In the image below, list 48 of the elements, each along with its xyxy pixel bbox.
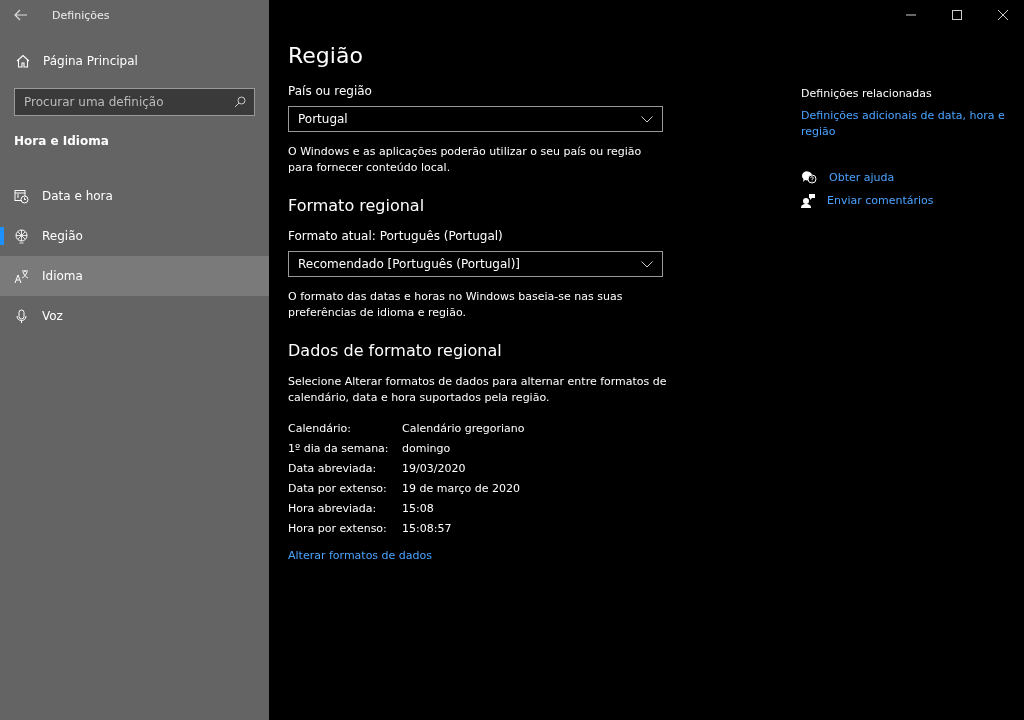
microphone-icon [14, 308, 29, 324]
related-link[interactable]: Definições adicionais de data, hora e região [801, 108, 1006, 140]
chevron-down-icon [641, 260, 653, 268]
format-value: 19/03/2020 [402, 462, 467, 475]
format-label: Hora abreviada: [288, 502, 378, 515]
chevron-down-icon [641, 115, 653, 123]
page-title: Região [288, 43, 364, 68]
format-value: 19 de março de 2020 [402, 482, 521, 495]
help-text: O Windows e as aplicações poderão utilizar o seu país ou região para fornecer conteúdo local. [288, 144, 643, 176]
format-value: 15:08 [402, 502, 435, 515]
calendar-clock-icon [14, 188, 29, 204]
search-icon [234, 96, 246, 108]
format-label: Data abreviada: [288, 462, 378, 475]
section-heading: Hora e Idioma [14, 134, 110, 148]
maximize-icon[interactable] [952, 10, 962, 20]
globe-icon [14, 228, 29, 244]
help-chat-icon [801, 170, 817, 185]
help-text: O formato das datas e horas no Windows baseia-se nas suas preferências de idioma e região. [288, 289, 624, 321]
section-heading: Formato regional [288, 196, 426, 215]
nav-item[interactable]: Data e hora [0, 176, 269, 216]
country-dropdown[interactable]: Portugal [288, 106, 663, 132]
back-arrow-icon[interactable] [14, 9, 28, 21]
format-label: Hora por extenso: [288, 522, 388, 535]
format-value: domingo [402, 442, 452, 455]
format-value: 15:08:57 [402, 522, 453, 535]
feedback-person-icon [801, 193, 815, 208]
change-formats-link[interactable]: Alterar formatos de dados [288, 549, 432, 562]
home-icon [16, 54, 30, 68]
window-title: Definições [52, 8, 110, 22]
close-icon[interactable] [998, 10, 1008, 20]
field-label: Formato atual: Português (Portugal) [288, 229, 504, 243]
search-field[interactable]: Procurar uma definição [14, 88, 255, 116]
related-heading: Definições relacionadas [801, 87, 933, 100]
field-label: País ou região [288, 84, 373, 98]
language-icon [14, 268, 29, 284]
format-label: Calendário: [288, 422, 352, 435]
nav-item[interactable]: Idioma [0, 256, 269, 296]
section-heading: Dados de formato regional [288, 341, 503, 360]
format-dropdown[interactable]: Recomendado [Português (Portugal)] [288, 251, 663, 277]
format-label: Data por extenso: [288, 482, 388, 495]
home-nav-item[interactable]: Página Principal [0, 46, 269, 76]
nav-item[interactable]: Voz [0, 296, 269, 336]
support-link[interactable]: Obter ajuda [829, 171, 895, 184]
help-text: Selecione Alterar formatos de dados para alternar entre formatos de calendário, data e hora suportados pela região. [288, 374, 668, 406]
nav-item[interactable]: Região [0, 216, 269, 256]
format-label: 1º dia da semana: [288, 442, 390, 455]
format-value: Calendário gregoriano [402, 422, 526, 435]
support-link[interactable]: Enviar comentários [827, 194, 934, 207]
